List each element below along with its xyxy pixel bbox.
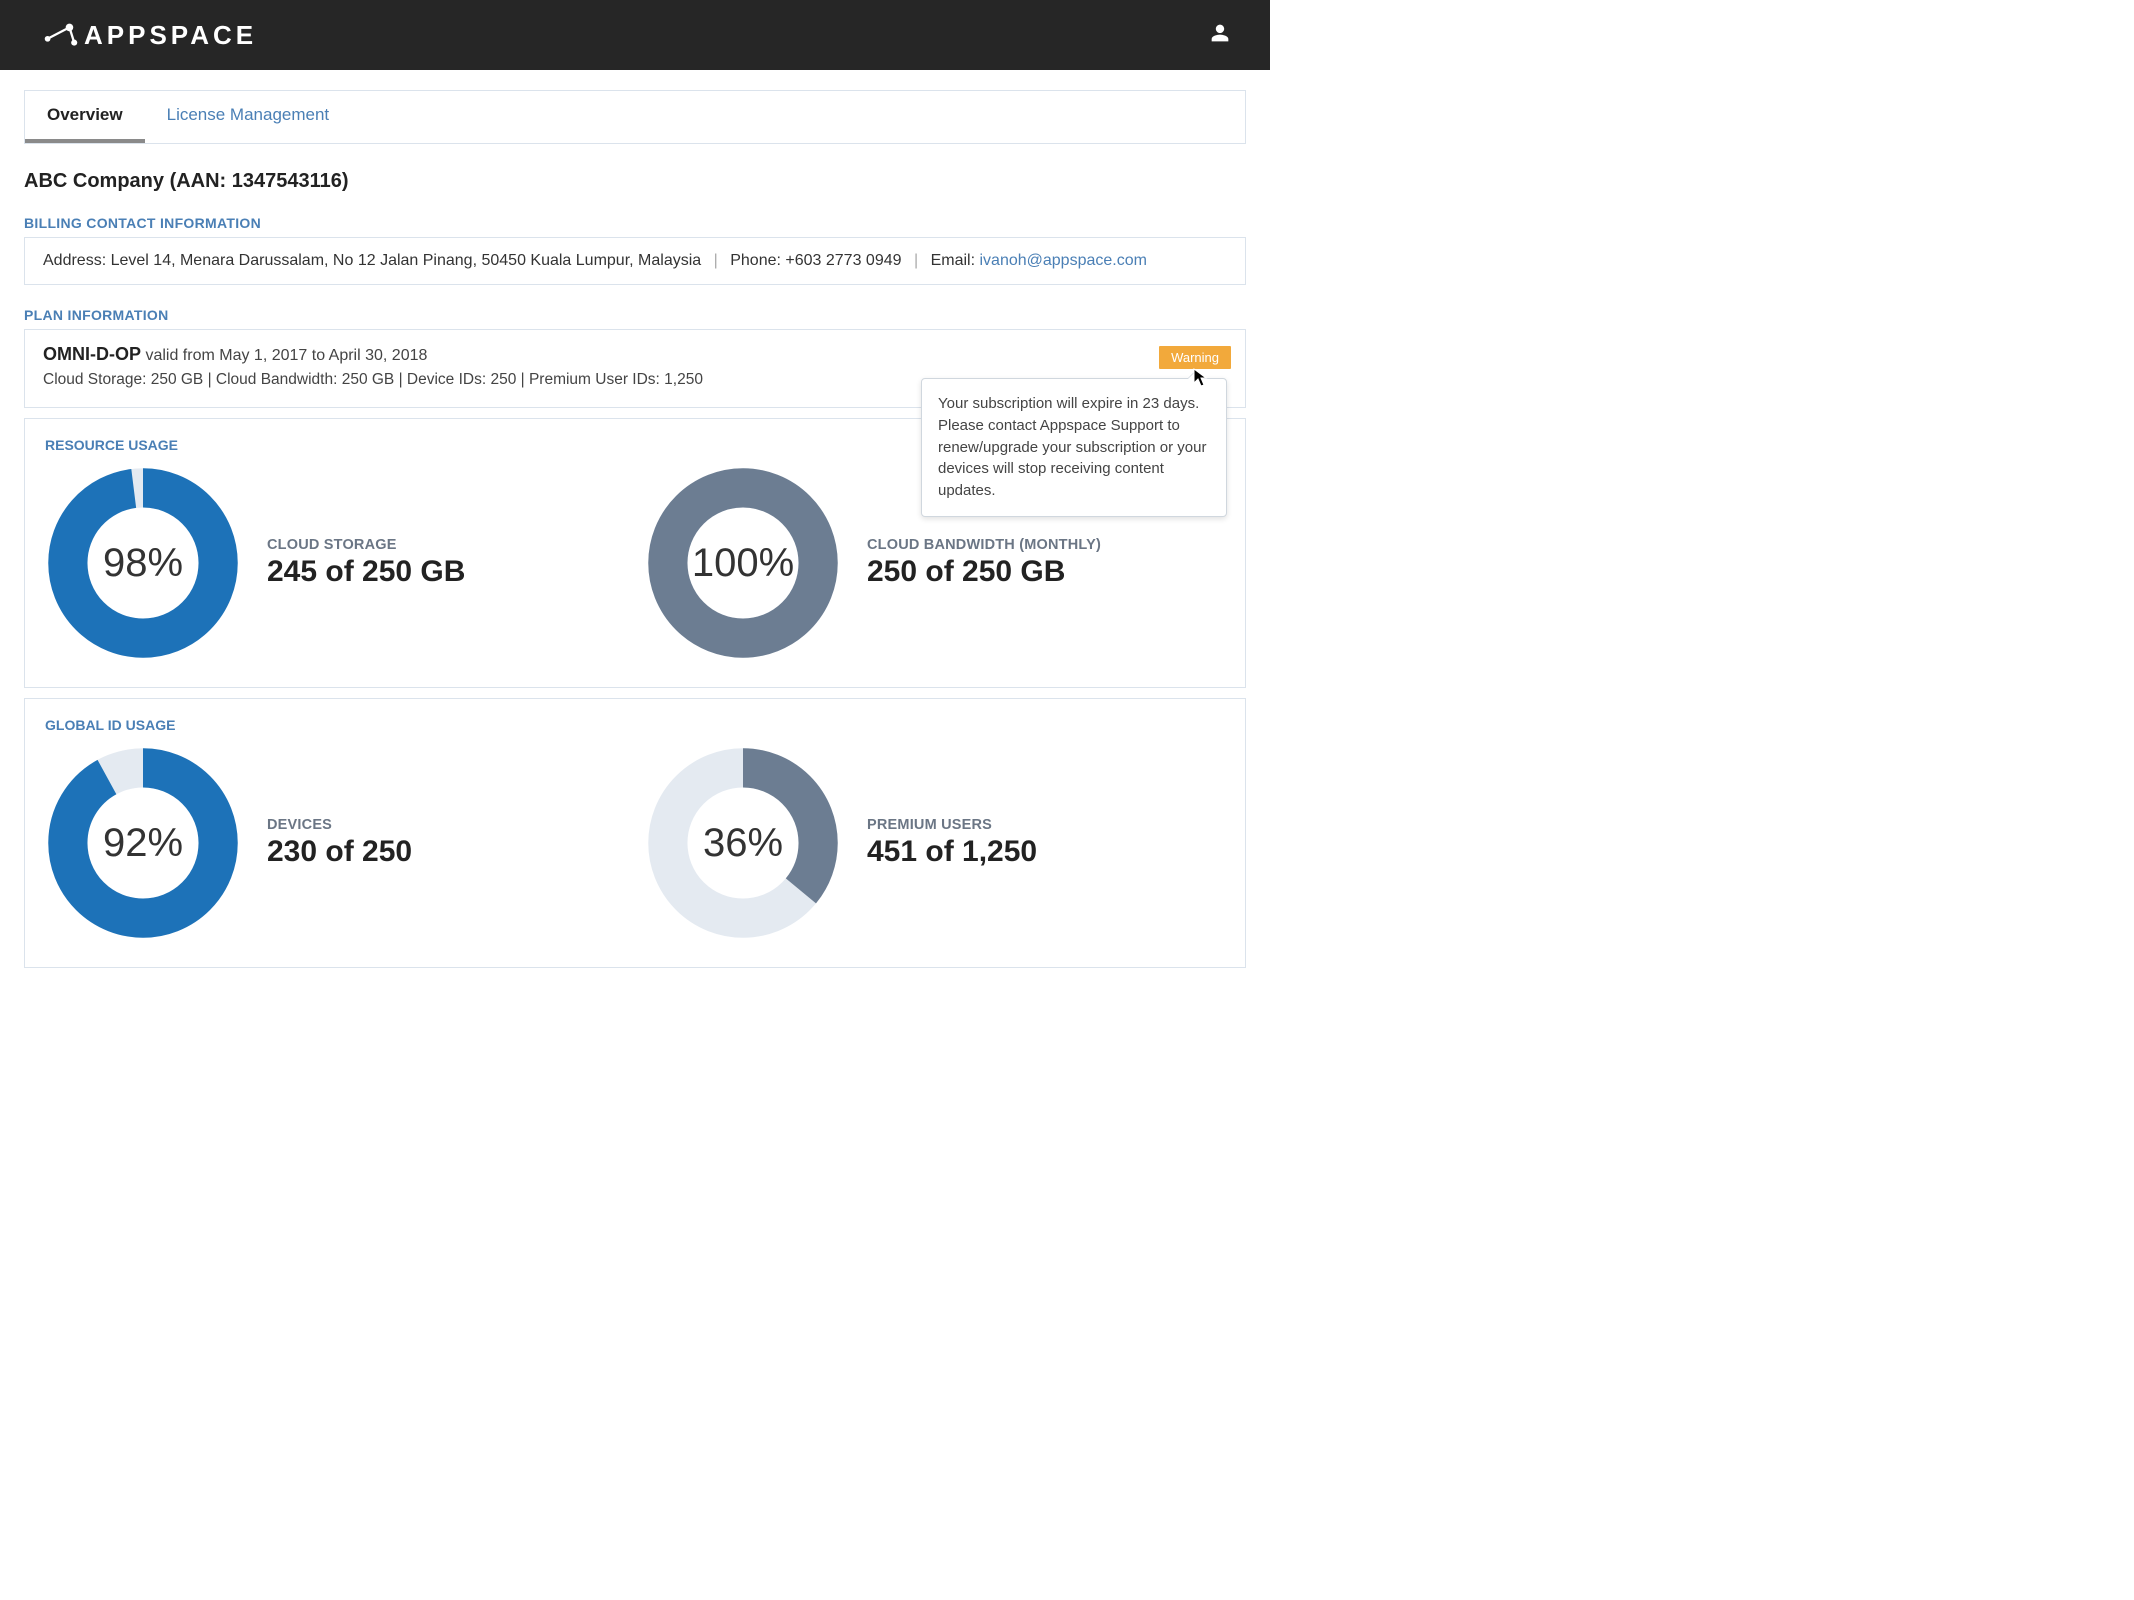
global-id-usage-label: GLOBAL ID USAGE [45, 717, 1225, 733]
cloud-storage-item: 98% CLOUD STORAGE 245 of 250 GB [45, 465, 625, 661]
user-icon[interactable] [1210, 23, 1230, 48]
premium-users-item: 36% PREMIUM USERS 451 of 1,250 [645, 745, 1225, 941]
address-value: Level 14, Menara Darussalam, No 12 Jalan… [111, 252, 702, 269]
premium-users-donut: 36% [645, 745, 841, 941]
main-container: Overview License Management ABC Company … [0, 70, 1270, 988]
divider: | [714, 252, 718, 269]
cloud-bandwidth-donut: 100% [645, 465, 841, 661]
brand-text: APPSPACE [84, 20, 257, 51]
plan-name: OMNI-D-OP [43, 344, 141, 364]
devices-pct: 92% [45, 745, 241, 941]
phone-label: Phone: [730, 252, 785, 269]
premium-users-pct: 36% [645, 745, 841, 941]
global-id-usage-panel: GLOBAL ID USAGE 92% DEVICES 230 of 250 [24, 698, 1246, 968]
plan-panel: OMNI-D-OP valid from May 1, 2017 to Apri… [24, 329, 1246, 408]
devices-donut: 92% [45, 745, 241, 941]
billing-panel: Address: Level 14, Menara Darussalam, No… [24, 237, 1246, 285]
top-bar: APPSPACE [0, 0, 1270, 70]
devices-item: 92% DEVICES 230 of 250 [45, 745, 625, 941]
company-title: ABC Company (AAN: 1347543116) [24, 170, 1246, 193]
email-label: Email: [931, 252, 980, 269]
warning-tooltip: Your subscription will expire in 23 days… [921, 378, 1227, 517]
tab-overview[interactable]: Overview [25, 91, 145, 143]
tabs: Overview License Management [24, 90, 1246, 144]
cloud-bandwidth-value: 250 of 250 GB [867, 555, 1101, 589]
cloud-storage-pct: 98% [45, 465, 241, 661]
divider: | [914, 252, 918, 269]
premium-users-value: 451 of 1,250 [867, 835, 1037, 869]
plan-validity: valid from May 1, 2017 to April 30, 2018 [145, 347, 427, 364]
cloud-storage-label: CLOUD STORAGE [267, 537, 465, 553]
billing-section-label: BILLING CONTACT INFORMATION [24, 215, 1246, 231]
tab-license-management[interactable]: License Management [145, 91, 352, 143]
brand-logo: APPSPACE [40, 20, 257, 51]
premium-users-label: PREMIUM USERS [867, 817, 1037, 833]
plan-section-label: PLAN INFORMATION [24, 307, 1246, 323]
cloud-bandwidth-label: CLOUD BANDWIDTH (MONTHLY) [867, 537, 1101, 553]
cursor-icon [1193, 368, 1209, 393]
appspace-logo-icon [40, 21, 78, 49]
devices-value: 230 of 250 [267, 835, 412, 869]
phone-value: +603 2773 0949 [785, 252, 901, 269]
devices-label: DEVICES [267, 817, 412, 833]
cloud-storage-donut: 98% [45, 465, 241, 661]
email-link[interactable]: ivanoh@appspace.com [979, 252, 1146, 269]
cloud-storage-value: 245 of 250 GB [267, 555, 465, 589]
warning-badge[interactable]: Warning [1159, 346, 1231, 369]
address-label: Address: [43, 252, 111, 269]
cloud-bandwidth-pct: 100% [645, 465, 841, 661]
